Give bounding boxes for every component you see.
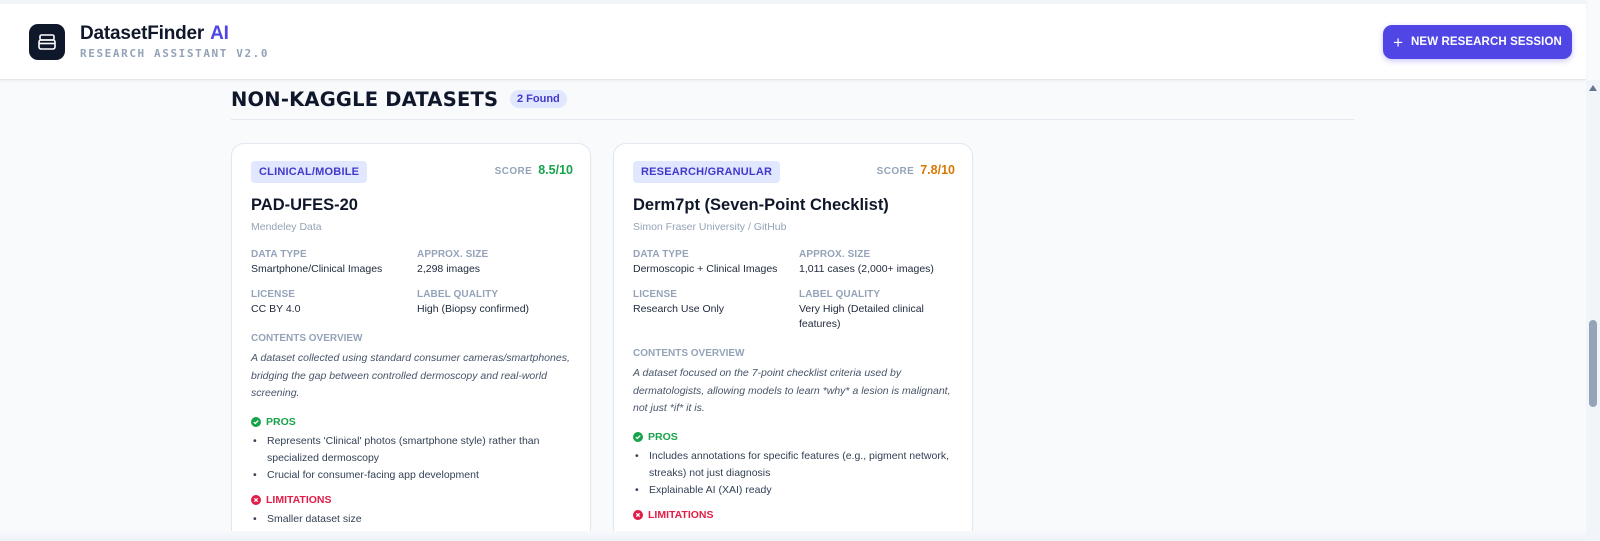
score-value: 8.5/10 (538, 163, 573, 177)
found-count-badge: 2 Found (510, 90, 567, 108)
section-header: NON-KAGGLE DATASETS 2 Found (231, 86, 1354, 120)
limitations-heading: LIMITATIONS (251, 494, 332, 506)
app-name-suffix: AI (210, 23, 229, 44)
bottom-fade (0, 531, 1586, 541)
score: SCORE 7.8/10 (877, 163, 955, 177)
app-title: DatasetFinder AI (80, 23, 269, 45)
dataset-card[interactable]: CLINICAL/MOBILE SCORE 8.5/10 PAD-UFES-20… (231, 143, 591, 541)
scroll-up-arrow-icon[interactable] (1589, 85, 1597, 91)
approx-size-value: 1,011 cases (2,000+ images) (799, 263, 934, 275)
new-research-session-button[interactable]: + NEW RESEARCH SESSION (1383, 25, 1572, 59)
limitations-label: LIMITATIONS (266, 494, 332, 506)
dataset-card[interactable]: RESEARCH/GRANULAR SCORE 7.8/10 Derm7pt (… (613, 143, 973, 541)
license-value: CC BY 4.0 (251, 303, 301, 315)
limitations-heading: LIMITATIONS (633, 509, 714, 521)
app-header: DatasetFinder AI RESEARCH ASSISTANT V2.0 … (0, 0, 1586, 80)
score: SCORE 8.5/10 (495, 163, 573, 177)
brand: DatasetFinder AI RESEARCH ASSISTANT V2.0 (80, 23, 269, 60)
score-value: 7.8/10 (920, 163, 955, 177)
data-type-label: DATA TYPE (251, 249, 307, 260)
approx-size-label: APPROX. SIZE (799, 249, 871, 260)
contents-overview-label: CONTENTS OVERVIEW (251, 333, 363, 344)
pros-heading: PROS (633, 431, 678, 443)
section-title: NON-KAGGLE DATASETS (231, 88, 499, 111)
label-quality-label: LABEL QUALITY (799, 289, 881, 300)
plus-icon: + (1393, 32, 1404, 52)
check-circle-icon (633, 432, 643, 442)
pros-label: PROS (266, 416, 296, 428)
pros-item: Represents 'Clinical' photos (smartphone… (251, 433, 573, 467)
new-research-session-label: NEW RESEARCH SESSION (1411, 36, 1562, 48)
license-label: LICENSE (251, 289, 296, 300)
pros-item: Crucial for consumer-facing app developm… (251, 467, 573, 484)
score-label: SCORE (494, 166, 533, 177)
contents-overview-text: A dataset focused on the 7-point checkli… (633, 367, 951, 414)
pros-list: Represents 'Clinical' photos (smartphone… (251, 433, 573, 484)
dataset-source: Simon Fraser University / GitHub (633, 221, 787, 233)
dataset-source: Mendeley Data (251, 221, 322, 233)
limitations-list: Smaller dataset size (251, 511, 573, 528)
data-type-label: DATA TYPE (633, 249, 689, 260)
pros-item: Explainable AI (XAI) ready (633, 482, 955, 499)
pros-label: PROS (648, 431, 678, 443)
label-quality-value: Very High (Detailed clinical features) (799, 303, 924, 330)
approx-size-value: 2,298 images (417, 263, 481, 275)
score-label: SCORE (876, 166, 915, 177)
dataset-title: PAD-UFES-20 (251, 196, 358, 214)
archive-box-icon (38, 34, 56, 50)
pros-item: Includes annotations for specific featur… (633, 448, 955, 482)
app-name: DatasetFinder (80, 23, 205, 44)
license-value: Research Use Only (633, 303, 725, 315)
contents-overview-text: A dataset collected using standard consu… (251, 352, 570, 399)
license-label: LICENSE (633, 289, 678, 300)
x-circle-icon (251, 495, 261, 505)
pros-list: Includes annotations for specific featur… (633, 448, 955, 499)
contents-overview-label: CONTENTS OVERVIEW (633, 348, 745, 359)
app-logo[interactable] (29, 24, 65, 60)
scrollbar-thumb[interactable] (1589, 320, 1597, 407)
x-circle-icon (633, 510, 643, 520)
dataset-title: Derm7pt (Seven-Point Checklist) (633, 196, 889, 214)
limitations-label: LIMITATIONS (648, 509, 714, 521)
approx-size-label: APPROX. SIZE (417, 249, 489, 260)
label-quality-label: LABEL QUALITY (417, 289, 499, 300)
pros-heading: PROS (251, 416, 296, 428)
limitations-item: Smaller dataset size (251, 511, 573, 528)
app-subtitle: RESEARCH ASSISTANT V2.0 (80, 47, 270, 60)
header-top-strip (0, 0, 1586, 4)
page-scrollbar[interactable] (1586, 80, 1600, 541)
check-circle-icon (251, 417, 261, 427)
category-tag: RESEARCH/GRANULAR (633, 161, 781, 183)
data-type-value: Dermoscopic + Clinical Images (633, 263, 778, 275)
data-type-value: Smartphone/Clinical Images (251, 263, 383, 275)
category-tag: CLINICAL/MOBILE (251, 161, 368, 183)
label-quality-value: High (Biopsy confirmed) (417, 303, 530, 315)
